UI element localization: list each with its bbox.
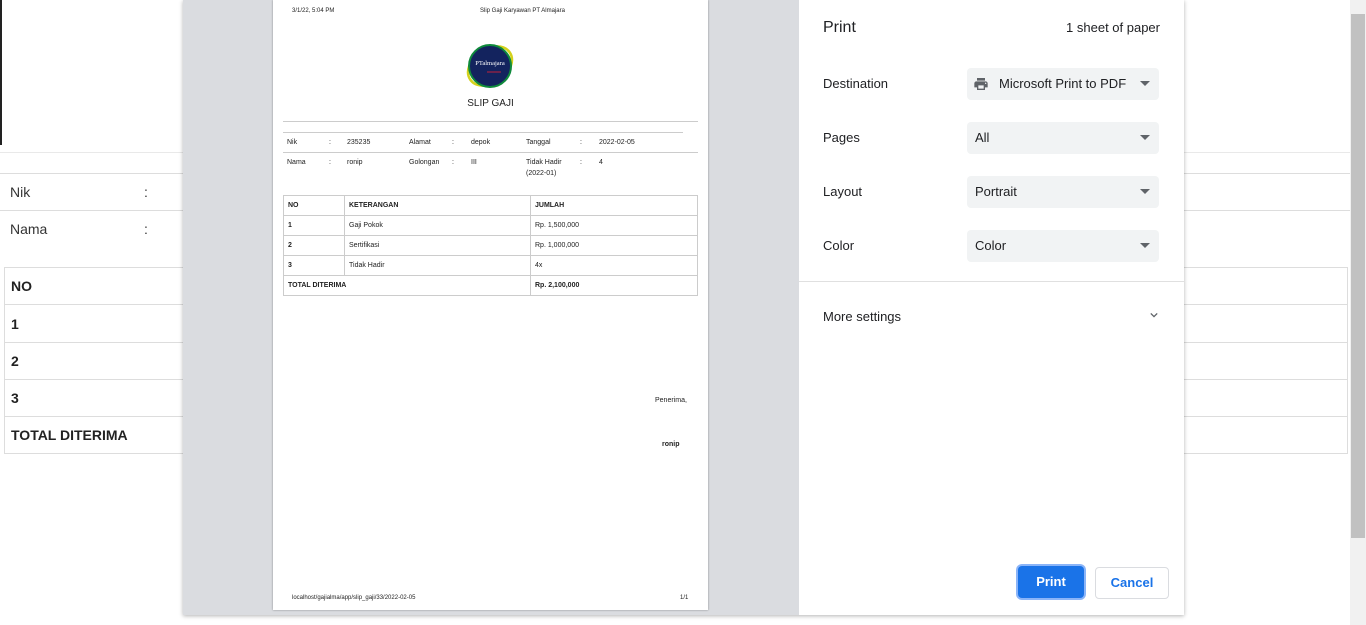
- more-settings-toggle[interactable]: More settings: [823, 309, 901, 324]
- color-value: Color: [975, 238, 1007, 253]
- salary-table: NO KETERANGAN JUMLAH 1 Gaji Pokok Rp. 1,…: [283, 195, 698, 296]
- table-total-row: TOTAL DITERIMA Rp. 2,100,000: [283, 275, 698, 296]
- table-border: [4, 267, 5, 454]
- table-header-no: NO: [11, 278, 32, 294]
- table-border: [1347, 267, 1348, 454]
- table-row: 1 Gaji Pokok Rp. 1,500,000: [283, 215, 698, 236]
- info-golongan-label: Golongan: [409, 159, 440, 166]
- destination-value: Microsoft Print to PDF: [999, 76, 1127, 91]
- cancel-button[interactable]: Cancel: [1095, 567, 1169, 599]
- info-nama-value: ronip: [347, 159, 363, 166]
- print-title: Print: [823, 19, 856, 36]
- nama-label: Nama: [10, 221, 48, 237]
- penerima-label: Penerima,: [655, 397, 687, 404]
- info-golongan-value: III: [471, 159, 477, 166]
- color-select[interactable]: Color: [967, 230, 1159, 262]
- dropdown-arrow-icon: [1140, 135, 1150, 140]
- footer-url: localhost/gajialma/app/slip_gaji/33/2022…: [292, 595, 416, 601]
- cell-keterangan: Gaji Pokok: [344, 215, 531, 236]
- table-row: 3 Tidak Hadir 4x: [283, 255, 698, 276]
- preview-divider: [283, 132, 683, 133]
- header-keterangan: KETERANGAN: [344, 195, 531, 216]
- dropdown-arrow-icon: [1140, 189, 1150, 194]
- cell-keterangan: Tidak Hadir: [344, 255, 531, 276]
- pages-value: All: [975, 130, 990, 145]
- printer-icon: [974, 78, 988, 90]
- info-tanggal-value: 2022-02-05: [599, 139, 635, 146]
- info-alamat-value: depok: [471, 139, 491, 146]
- table-cell-no: 2: [11, 353, 19, 369]
- info-tidak-hadir-label: Tidak Hadir: [526, 159, 562, 166]
- chevron-down-icon[interactable]: [1150, 311, 1158, 319]
- color-label: Color: [823, 238, 855, 253]
- header-jumlah: JUMLAH: [530, 195, 698, 216]
- info-alamat-label: Alamat: [409, 139, 431, 146]
- nik-colon: :: [144, 184, 148, 200]
- preview-divider: [283, 121, 698, 122]
- info-colon: :: [329, 139, 331, 146]
- info-nik-label: Nik: [287, 139, 298, 146]
- layout-label: Layout: [823, 184, 863, 199]
- footer-page: 1/1: [680, 595, 689, 601]
- scrollbar-thumb[interactable]: [1351, 14, 1365, 538]
- pages-label: Pages: [823, 130, 860, 145]
- total-value: Rp. 2,100,000: [530, 275, 698, 296]
- info-colon: :: [452, 139, 454, 146]
- pages-select[interactable]: All: [967, 122, 1159, 154]
- dropdown-arrow-icon: [1140, 243, 1150, 248]
- preview-header-title: Slip Gaji Karyawan PT Almajara: [480, 8, 565, 14]
- destination-label: Destination: [823, 76, 889, 91]
- cell-keterangan: Sertifikasi: [344, 235, 531, 256]
- print-dialog: 3/1/22, 5:04 PM Slip Gaji Karyawan PT Al…: [183, 0, 1184, 615]
- preview-divider: [283, 152, 698, 153]
- cell-jumlah: Rp. 1,000,000: [530, 235, 698, 256]
- table-row: 2 Sertifikasi Rp. 1,000,000: [283, 235, 698, 256]
- table-cell-no: 3: [11, 390, 19, 406]
- info-tidak-hadir-value: 4: [599, 159, 603, 166]
- print-button[interactable]: Print: [1018, 566, 1084, 598]
- cell-jumlah: Rp. 1,500,000: [530, 215, 698, 236]
- layout-select[interactable]: Portrait: [967, 176, 1159, 208]
- slip-title: SLIP GAJI: [467, 98, 514, 109]
- page-edge-line: [0, 0, 2, 145]
- logo-text: PTalmajara: [475, 60, 505, 67]
- nama-colon: :: [144, 221, 148, 237]
- total-label: TOTAL DITERIMA: [283, 275, 531, 296]
- layout-value: Portrait: [975, 184, 1017, 199]
- info-colon: :: [329, 159, 331, 166]
- print-preview-area[interactable]: 3/1/22, 5:04 PM Slip Gaji Karyawan PT Al…: [183, 0, 799, 615]
- table-header-row: NO KETERANGAN JUMLAH: [283, 195, 698, 216]
- info-colon: :: [452, 159, 454, 166]
- info-tanggal-label: Tanggal: [526, 139, 551, 146]
- preview-header-datetime: 3/1/22, 5:04 PM: [292, 8, 335, 14]
- settings-divider: [799, 281, 1184, 282]
- info-colon: :: [580, 139, 582, 146]
- info-nama-label: Nama: [287, 159, 306, 166]
- company-logo: PTalmajara: [466, 44, 514, 88]
- cell-no: 2: [283, 235, 345, 256]
- cell-no: 3: [283, 255, 345, 276]
- penerima-name: ronip: [662, 441, 680, 448]
- destination-select[interactable]: Microsoft Print to PDF: [967, 68, 1159, 100]
- nik-label: Nik: [10, 184, 31, 200]
- cell-jumlah: 4x: [530, 255, 698, 276]
- dropdown-arrow-icon: [1140, 81, 1150, 86]
- table-total-label: TOTAL DITERIMA: [11, 427, 128, 443]
- info-nik-value: 235235: [347, 139, 371, 146]
- header-no: NO: [283, 195, 345, 216]
- table-cell-no: 1: [11, 316, 19, 332]
- print-settings-panel: Print 1 sheet of paper Destination Micro…: [799, 0, 1184, 615]
- preview-page: 3/1/22, 5:04 PM Slip Gaji Karyawan PT Al…: [273, 0, 708, 610]
- sheet-count: 1 sheet of paper: [1066, 20, 1160, 35]
- cell-no: 1: [283, 215, 345, 236]
- info-tidak-hadir-period: (2022-01): [526, 170, 557, 177]
- info-colon: :: [580, 159, 582, 166]
